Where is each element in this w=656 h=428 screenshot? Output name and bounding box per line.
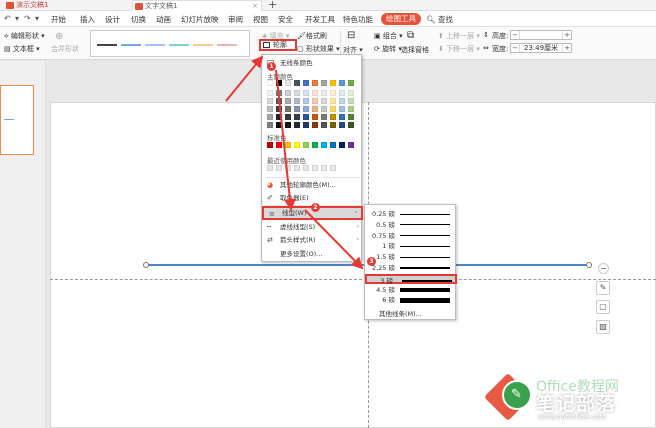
arrow-step-2 xyxy=(275,69,296,211)
arrow-step-1 xyxy=(225,55,264,102)
annotation-arrows xyxy=(225,55,364,270)
arrow-step-3 xyxy=(304,209,364,270)
step-badge-3: 3 xyxy=(367,257,376,266)
step-badge-2: 2 xyxy=(311,203,320,212)
step-badge-1: 1 xyxy=(267,62,276,71)
